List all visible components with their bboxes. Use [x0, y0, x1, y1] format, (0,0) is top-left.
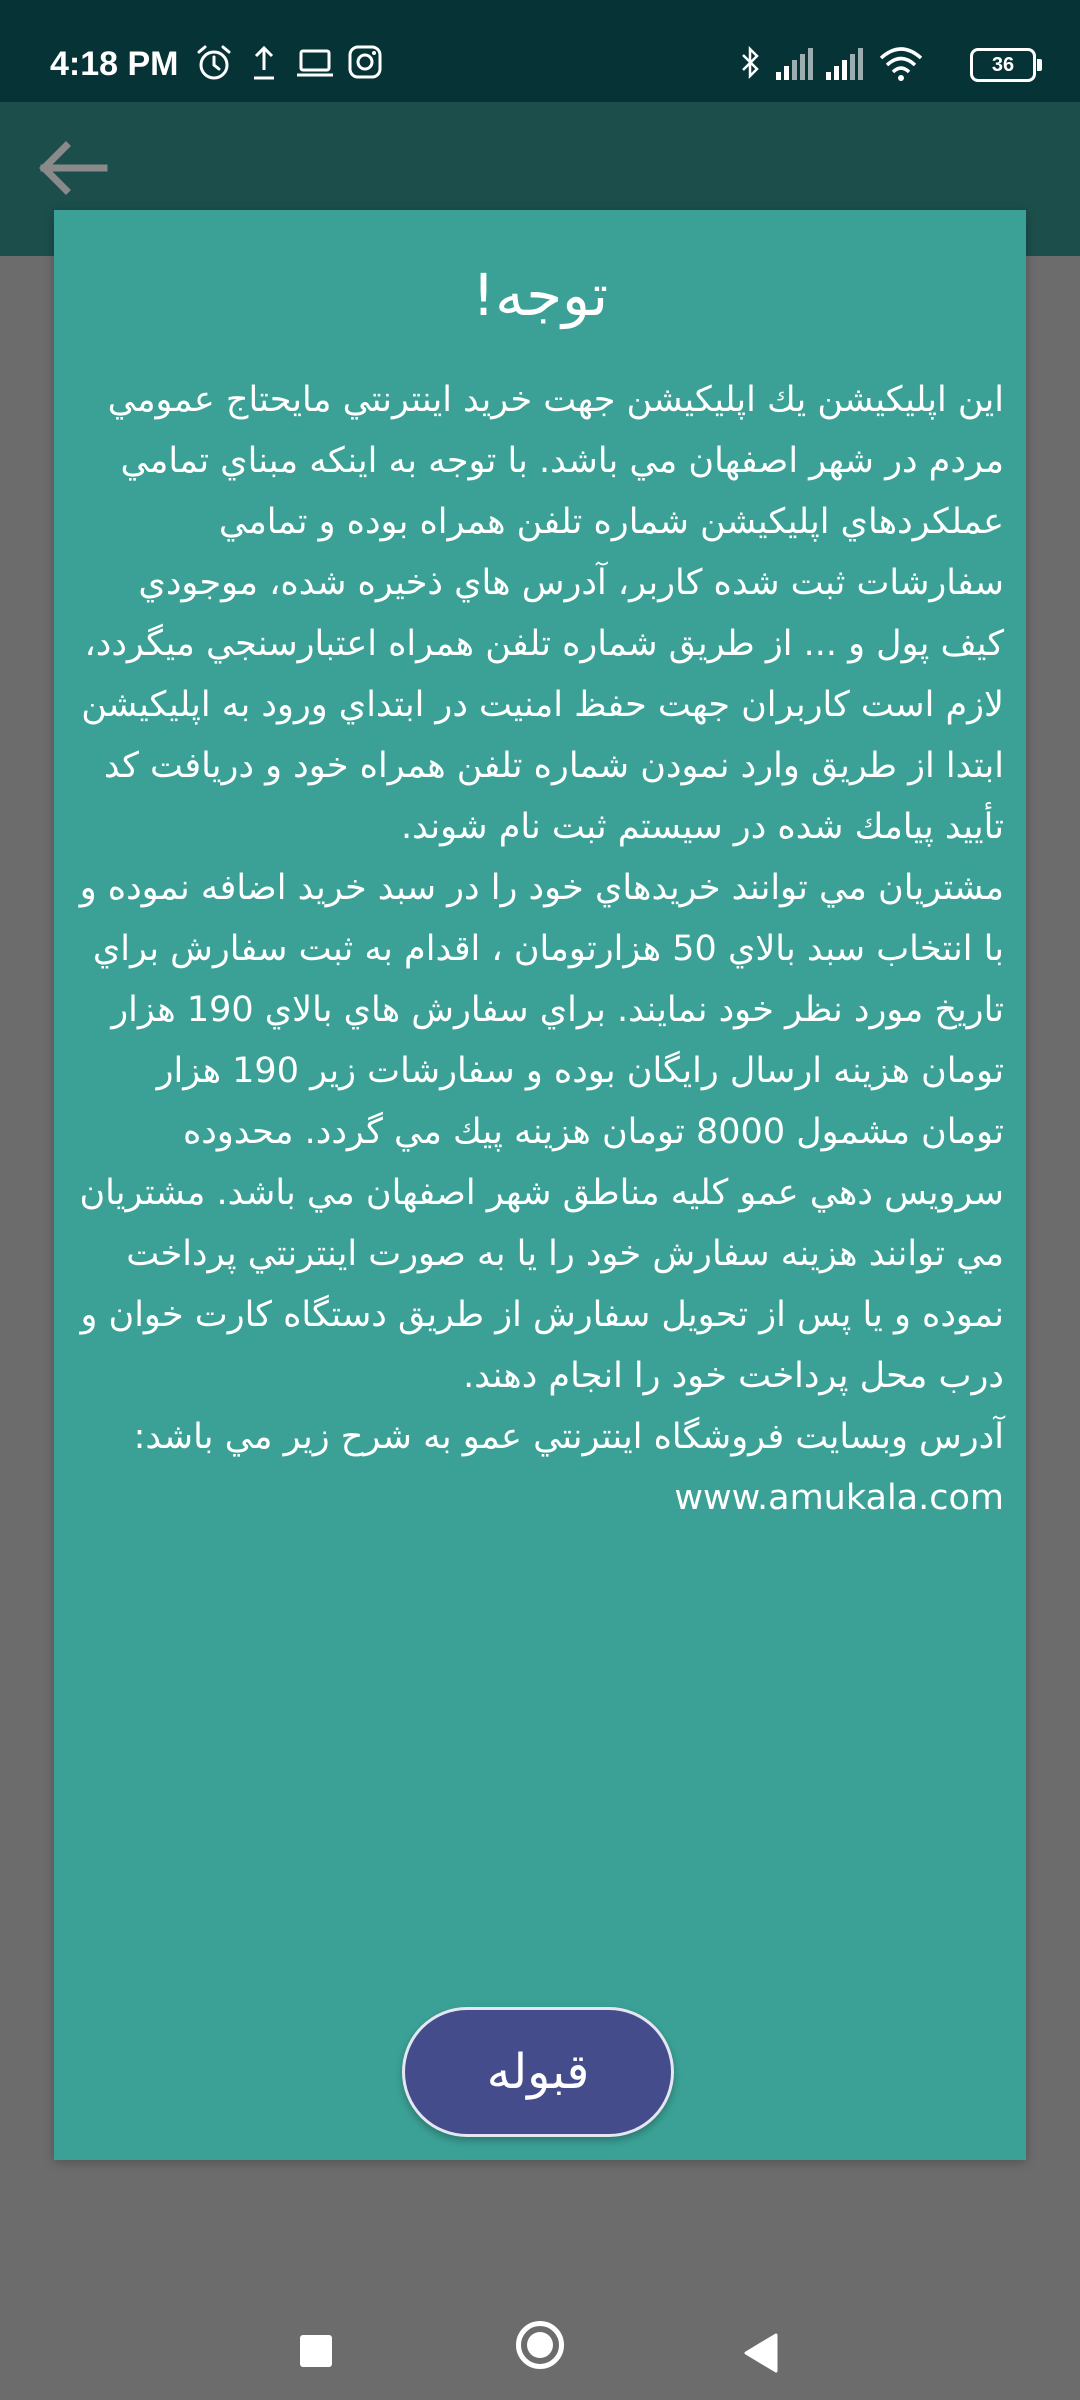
dialog-title: توجه!: [471, 261, 609, 329]
signal-icon: [776, 48, 813, 80]
arrow-left-icon[interactable]: [36, 140, 108, 196]
laptop-icon: [297, 49, 333, 77]
accept-button[interactable]: قبوله: [402, 2007, 674, 2137]
status-bar: 4:18 PM 36: [0, 0, 1080, 102]
home-circle-icon[interactable]: [516, 2321, 564, 2369]
signal-icon: [826, 48, 863, 80]
recents-square-icon[interactable]: [300, 2335, 332, 2367]
notice-dialog: توجه! اين اپليكيشن يك اپليكيشن جهت خريد …: [54, 210, 1026, 2160]
navigation-bar: [0, 2265, 1080, 2400]
alarm-icon: [197, 45, 231, 80]
back-triangle-icon[interactable]: [742, 2333, 778, 2373]
bluetooth-icon: [742, 45, 759, 80]
upload-icon: [254, 45, 274, 80]
status-time: 4:18 PM: [50, 45, 179, 83]
instagram-icon: [348, 45, 382, 79]
wifi-icon: [879, 47, 923, 81]
battery-icon: 36: [970, 48, 1042, 82]
dialog-message: اين اپليكيشن يك اپليكيشن جهت خريد اينترن…: [79, 380, 1004, 1518]
